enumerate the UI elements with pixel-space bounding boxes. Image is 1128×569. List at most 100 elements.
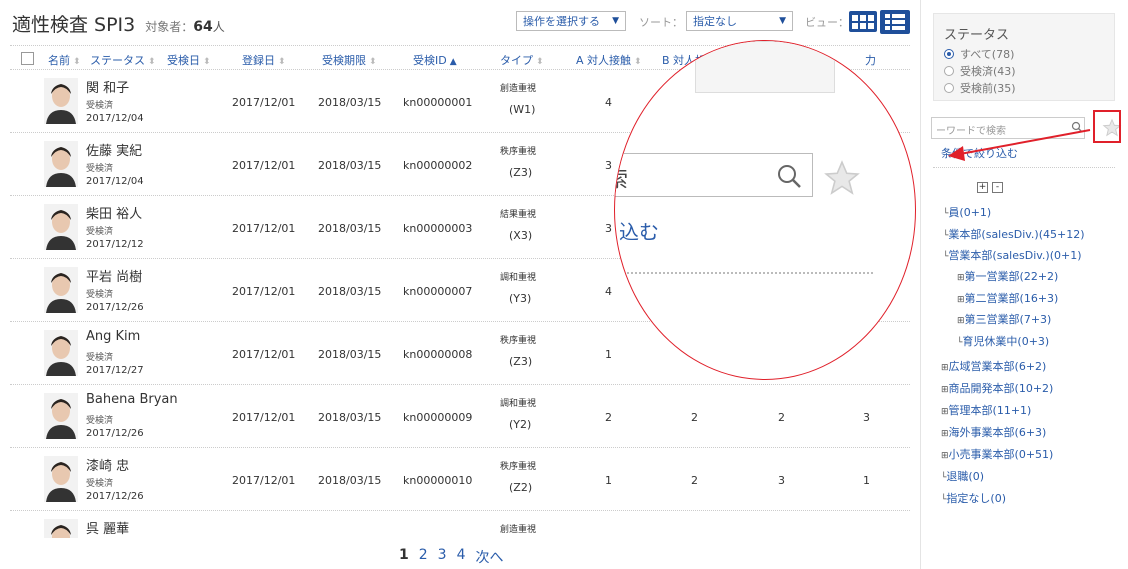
- operation-select-label: 操作を選択する: [523, 15, 600, 28]
- zoom-divider: [619, 272, 873, 274]
- status-filter: ステータス すべて(78) 受検済(43) 受検前(35): [933, 13, 1115, 101]
- expand-icon[interactable]: ⊞: [941, 363, 949, 373]
- person-name[interactable]: 関 和子: [86, 77, 129, 96]
- page-1[interactable]: 1: [399, 547, 409, 567]
- exam-date: 2017/12/04: [86, 176, 144, 187]
- tree-node[interactable]: ⊞広域営業本部(6+2): [941, 358, 1046, 374]
- column-status[interactable]: ステータス ⬍: [90, 52, 156, 68]
- deadline-date: 2018/03/15: [318, 285, 382, 298]
- table-row[interactable]: 呉 麗華 創造重視: [10, 511, 910, 538]
- score-d: 1: [863, 474, 870, 487]
- tree-node[interactable]: ⊞第一営業部(22+2): [957, 268, 1058, 284]
- exam-id: kn00000010: [403, 474, 473, 487]
- target-count: 64: [193, 19, 213, 35]
- tree-node[interactable]: └退職(0): [941, 468, 984, 484]
- registered-date: 2017/12/01: [232, 474, 296, 487]
- tree-node[interactable]: └員(0+1): [943, 204, 991, 220]
- expand-icon[interactable]: ⊞: [957, 273, 965, 283]
- select-all-checkbox[interactable]: [21, 52, 34, 65]
- sort-label: ソート：: [639, 16, 683, 29]
- radio-pending[interactable]: 受検前(35): [944, 80, 1016, 96]
- zoom-callout-background: [695, 41, 835, 93]
- collapse-all-icon[interactable]: -: [992, 182, 1003, 193]
- person-name[interactable]: 漆崎 忠: [86, 455, 129, 474]
- tree-node[interactable]: └営業本部(salesDiv.)(0+1): [943, 247, 1082, 263]
- type-label: 調和重視: [500, 399, 537, 409]
- expand-icon[interactable]: ⊞: [941, 451, 949, 461]
- tree-node[interactable]: └指定なし(0): [941, 490, 1006, 506]
- sidebar: ステータス すべて(78) 受検済(43) 受検前(35) ーワードで検索 条件…: [920, 0, 1128, 569]
- page-3[interactable]: 3: [438, 547, 447, 567]
- expand-icon[interactable]: ⊞: [957, 295, 965, 305]
- operation-select[interactable]: 操作を選択する ▼: [516, 11, 626, 31]
- column-last[interactable]: 力: [865, 52, 876, 68]
- type-code: (X3): [509, 229, 533, 242]
- person-name[interactable]: 柴田 裕人: [86, 203, 142, 222]
- radio-done[interactable]: 受検済(43): [944, 63, 1016, 79]
- avatar: [44, 204, 78, 250]
- list-view-icon[interactable]: [880, 10, 910, 34]
- tree-node[interactable]: ⊞商品開発本部(10+2): [941, 380, 1053, 396]
- expand-icon[interactable]: ⊞: [941, 385, 949, 395]
- status-text: 受検済: [86, 416, 114, 426]
- type-label: 秩序重視: [500, 336, 537, 346]
- tree-node[interactable]: └育児休業中(0+3): [957, 333, 1049, 349]
- type-label: 結果重視: [500, 210, 537, 220]
- table-row[interactable]: Bahena Bryan 受検済 2017/12/26 2017/12/01 2…: [10, 385, 910, 448]
- zoom-filter-link: 込む: [619, 220, 659, 244]
- title-bar: 適性検査 SPI3 対象者： 64 人: [12, 10, 225, 36]
- registered-date: 2017/12/01: [232, 411, 296, 424]
- grid-view-icon[interactable]: [849, 11, 877, 32]
- person-name[interactable]: Ang Kim: [86, 329, 140, 344]
- expand-icon[interactable]: ⊞: [957, 316, 965, 326]
- sort-select-label: 指定なし: [693, 15, 737, 28]
- person-name[interactable]: 平岩 尚樹: [86, 266, 142, 285]
- tree-node[interactable]: ⊞第三営業部(7+3): [957, 311, 1051, 327]
- score-b: 2: [691, 411, 698, 424]
- column-deadline[interactable]: 受検期限 ⬍: [322, 52, 377, 68]
- deadline-date: 2018/03/15: [318, 348, 382, 361]
- exam-date: 2017/12/04: [86, 113, 144, 124]
- score-c: 3: [778, 474, 785, 487]
- next-page-link[interactable]: 次へ: [476, 547, 504, 567]
- expand-icon[interactable]: ⊞: [941, 429, 949, 439]
- exam-id: kn00000001: [403, 96, 473, 109]
- type-label: 創造重視: [500, 84, 537, 94]
- tree-node[interactable]: ⊞管理本部(11+1): [941, 402, 1031, 418]
- search-icon: [778, 165, 801, 188]
- registered-date: 2017/12/01: [232, 159, 296, 172]
- target-unit: 人: [212, 20, 225, 34]
- avatar: [44, 393, 78, 439]
- page-2[interactable]: 2: [419, 547, 428, 567]
- search-icon[interactable]: [1071, 121, 1083, 133]
- tree-node[interactable]: └業本部(salesDiv.)(45+12): [943, 226, 1085, 242]
- column-name[interactable]: 名前 ⬍: [48, 52, 81, 68]
- expand-all-icon[interactable]: +: [977, 182, 988, 193]
- column-exam-id[interactable]: 受検ID ▲: [413, 52, 457, 68]
- exam-date: 2017/12/26: [86, 302, 144, 313]
- tree-node[interactable]: ⊞第二営業部(16+3): [957, 290, 1058, 306]
- status-text: 受検済: [86, 290, 114, 300]
- view-label: ビュー：: [805, 16, 849, 29]
- column-a[interactable]: A 対人接触 ⬍: [576, 52, 642, 68]
- table-row[interactable]: 漆崎 忠 受検済 2017/12/26 2017/12/01 2018/03/1…: [10, 448, 910, 511]
- expand-icon[interactable]: ⊞: [941, 407, 949, 417]
- person-name[interactable]: 呉 麗華: [86, 518, 129, 537]
- person-name[interactable]: 佐藤 実紀: [86, 140, 142, 159]
- radio-icon: [944, 66, 954, 76]
- column-type[interactable]: タイプ ⬍: [500, 52, 544, 68]
- sort-select[interactable]: 指定なし ▼: [686, 11, 793, 31]
- column-registered[interactable]: 登録日 ⬍: [242, 52, 286, 68]
- pagination: 1 2 3 4 次へ: [399, 547, 504, 567]
- filter-condition-link[interactable]: 条件で絞り込む: [941, 145, 1018, 161]
- radio-icon: [944, 49, 954, 59]
- avatar: [44, 141, 78, 187]
- tree-node[interactable]: ⊞海外事業本部(6+3): [941, 424, 1046, 440]
- radio-all[interactable]: すべて(78): [944, 46, 1014, 62]
- tree-node[interactable]: ⊞小売事業本部(0+51): [941, 446, 1053, 462]
- column-exam-date[interactable]: 受検日 ⬍: [167, 52, 211, 68]
- page-4[interactable]: 4: [457, 547, 466, 567]
- person-name[interactable]: Bahena Bryan: [86, 392, 178, 407]
- type-label: 調和重視: [500, 273, 537, 283]
- keyword-search-input[interactable]: ーワードで検索: [931, 117, 1085, 139]
